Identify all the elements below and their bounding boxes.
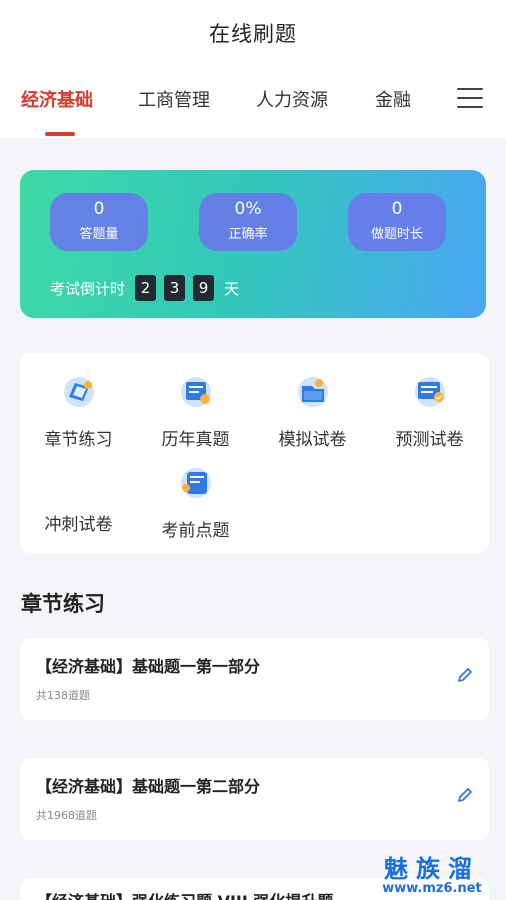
- countdown-label: 考试倒计时: [50, 279, 126, 298]
- list-item[interactable]: 【经济基础】基础题一第一部分 共138道题: [20, 638, 489, 720]
- sprint-paper-label: 冲刺试卷: [44, 515, 113, 535]
- list-item-count: 共1968道题: [36, 809, 97, 822]
- countdown-digit: 3: [164, 275, 186, 301]
- pencil-icon[interactable]: [456, 786, 474, 804]
- past-exams-icon: [178, 373, 214, 409]
- pencil-icon[interactable]: [456, 666, 474, 684]
- stat-answered: 0 答题量: [50, 193, 148, 251]
- stat-duration: 0 做题时长: [348, 193, 446, 251]
- watermark-name: 魅族溜: [384, 855, 480, 883]
- active-tab-indicator: [45, 132, 75, 136]
- countdown-unit: 天: [224, 279, 240, 298]
- list-item-count: 共138道题: [36, 689, 90, 702]
- stats-card: 0 答题量 0% 正确率 0 做题时长 考试倒计时 2 3 9 天: [20, 170, 486, 318]
- page-title: 在线刷题: [209, 22, 297, 46]
- pre-exam-tips-button[interactable]: 考前点题: [137, 464, 254, 541]
- chapter-practice-label: 章节练习: [44, 430, 113, 450]
- stat-answered-value: 0: [93, 199, 105, 219]
- tab-human-resources[interactable]: 人力资源: [256, 86, 328, 112]
- list-item-title: 【经济基础】基础题一第一部分: [36, 657, 261, 676]
- function-grid: 章节练习 历年真题 模拟试卷 预测试卷 冲刺试卷 考前点题: [20, 353, 489, 553]
- site-watermark: 魅族溜 www.mz6.net: [362, 856, 502, 896]
- stat-duration-value: 0: [391, 199, 403, 219]
- pre-exam-tips-icon: [178, 464, 214, 500]
- menu-icon[interactable]: [457, 88, 483, 110]
- mock-paper-button[interactable]: 模拟试卷: [254, 373, 371, 450]
- countdown-digit: 2: [135, 275, 157, 301]
- tab-finance[interactable]: 金融: [375, 86, 411, 112]
- past-exams-button[interactable]: 历年真题: [137, 373, 254, 450]
- section-title: 章节练习: [21, 592, 105, 616]
- list-item[interactable]: 【经济基础】基础题一第二部分 共1968道题: [20, 758, 489, 840]
- list-item-title: 【经济基础】基础题一第二部分: [36, 777, 261, 796]
- top-header: 在线刷题: [0, 0, 506, 66]
- mock-paper-icon: [295, 373, 331, 409]
- stat-accuracy: 0% 正确率: [199, 193, 297, 251]
- category-tabs: 经济基础 工商管理 人力资源 金融: [0, 66, 506, 138]
- prediction-paper-icon: [412, 373, 448, 409]
- tab-economic-basics[interactable]: 经济基础: [21, 86, 93, 112]
- past-exams-label: 历年真题: [161, 430, 230, 450]
- watermark-url: www.mz6.net: [382, 881, 482, 896]
- stat-duration-label: 做题时长: [370, 227, 423, 242]
- sprint-paper-button[interactable]: 冲刺试卷: [20, 464, 137, 535]
- stat-answered-label: 答题量: [79, 227, 119, 242]
- pre-exam-tips-label: 考前点题: [161, 521, 230, 541]
- chapter-practice-icon: [61, 373, 97, 409]
- list-item-title: 【经济基础】强化练习题 VIII 强化提升题: [36, 888, 333, 900]
- stat-accuracy-value: 0%: [234, 199, 262, 219]
- tab-business-management[interactable]: 工商管理: [138, 86, 210, 112]
- exam-countdown: 考试倒计时 2 3 9 天: [50, 275, 239, 301]
- mock-paper-label: 模拟试卷: [278, 430, 347, 450]
- chapter-practice-button[interactable]: 章节练习: [20, 373, 137, 450]
- countdown-digit: 9: [193, 275, 215, 301]
- prediction-paper-button[interactable]: 预测试卷: [371, 373, 488, 450]
- stat-accuracy-label: 正确率: [228, 227, 268, 242]
- prediction-paper-label: 预测试卷: [395, 430, 464, 450]
